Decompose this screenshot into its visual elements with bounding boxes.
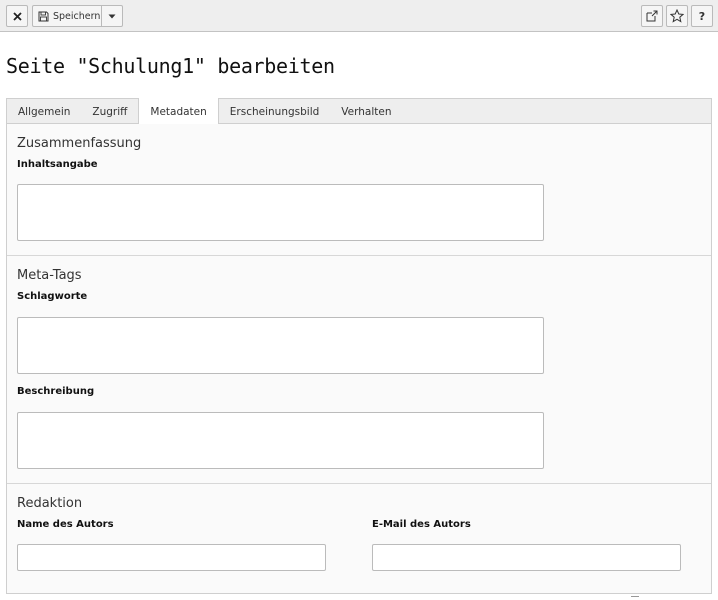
section-summary: Zusammenfassung Inhaltsangabe — [7, 124, 711, 256]
field-label-abstract: Inhaltsangabe — [17, 159, 98, 170]
field-label-author: Name des Autors — [17, 519, 114, 530]
section-title: Meta-Tags — [17, 268, 82, 283]
star-icon — [670, 9, 684, 23]
field-label-keywords: Schlagworte — [17, 291, 88, 302]
tab-panel-metadaten: Zusammenfassung Inhaltsangabe Meta-Tags … — [6, 124, 712, 594]
scroll-indicator — [631, 596, 639, 600]
help-button[interactable]: ? — [691, 5, 713, 27]
section-editorial: Redaktion Name des Autors E-Mail des Aut… — [7, 484, 711, 594]
tab-erscheinungsbild[interactable]: Erscheinungsbild — [219, 99, 331, 124]
close-icon — [12, 11, 22, 21]
save-options-dropdown[interactable] — [101, 5, 123, 27]
tab-verhalten[interactable]: Verhalten — [330, 99, 402, 124]
save-disk-icon — [38, 11, 49, 21]
section-meta-tags: Meta-Tags Schlagworte Beschreibung — [7, 256, 711, 484]
field-label-description: Beschreibung — [17, 386, 95, 397]
field-label-author-email: E-Mail des Autors — [372, 519, 471, 530]
close-button[interactable] — [6, 5, 28, 27]
bookmark-button[interactable] — [666, 5, 688, 27]
section-title: Zusammenfassung — [17, 136, 142, 151]
section-title: Redaktion — [17, 496, 83, 511]
keywords-textarea[interactable] — [17, 317, 544, 374]
save-button[interactable]: Speichern — [32, 5, 102, 27]
caret-down-icon — [108, 14, 116, 18]
tab-zugriff[interactable]: Zugriff — [81, 99, 138, 124]
tab-metadaten[interactable]: Metadaten — [138, 98, 219, 125]
page-title: Seite "Schulung1" bearbeiten — [6, 54, 335, 78]
tab-bar: Allgemein Zugriff Metadaten Erscheinungs… — [6, 98, 712, 125]
save-button-label: Speichern — [53, 10, 101, 22]
document-toolbar: Speichern ? — [0, 0, 718, 32]
external-link-icon — [646, 10, 658, 22]
description-textarea[interactable] — [17, 412, 544, 469]
abstract-textarea[interactable] — [17, 184, 544, 241]
author-email-input[interactable] — [372, 544, 681, 571]
author-name-input[interactable] — [17, 544, 326, 571]
tab-allgemein[interactable]: Allgemein — [7, 99, 81, 124]
view-page-button[interactable] — [641, 5, 663, 27]
